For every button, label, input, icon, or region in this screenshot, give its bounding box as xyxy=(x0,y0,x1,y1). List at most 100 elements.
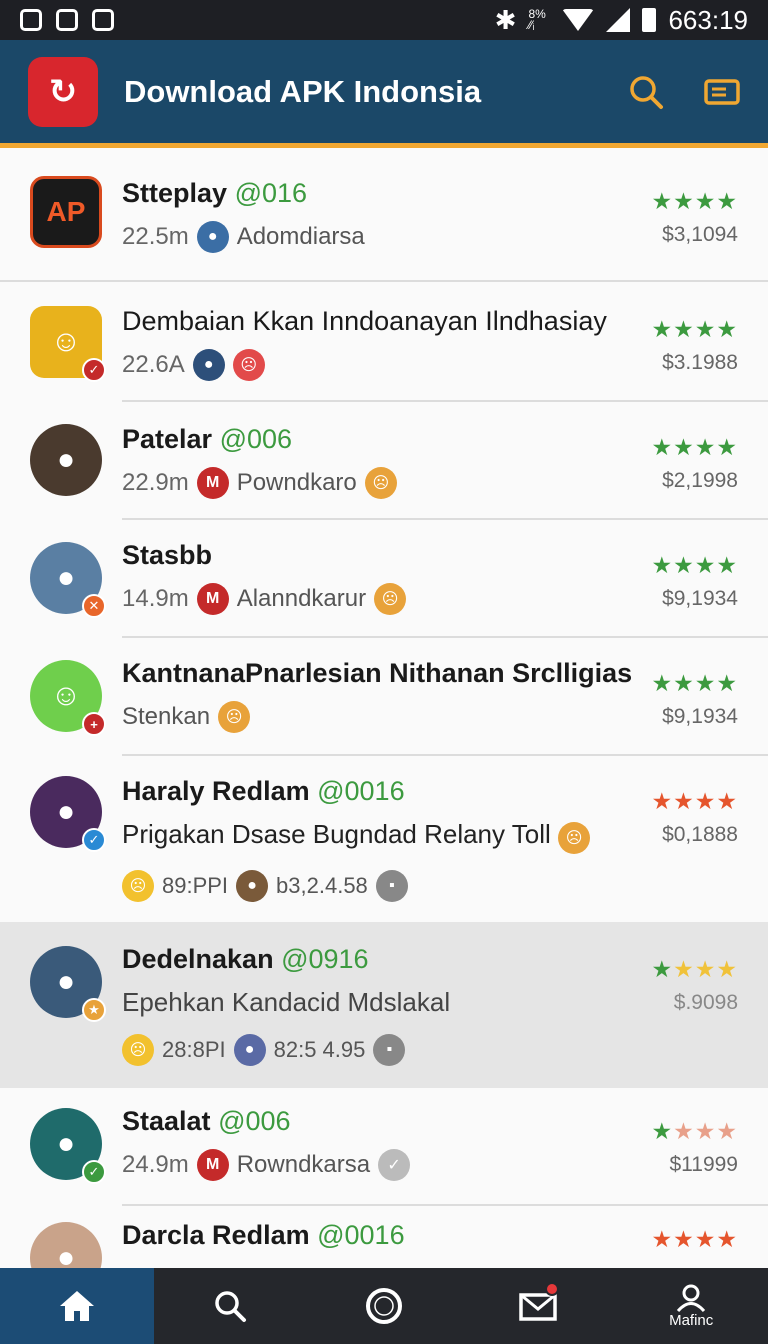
verified-icon: ✓ xyxy=(82,828,106,852)
battery-icon xyxy=(642,8,657,32)
app-title: Download APK Indonsia xyxy=(124,73,482,109)
app-size: 22.6A xyxy=(122,351,185,378)
clock: 663:19 xyxy=(668,4,748,35)
app-name: Stasbb xyxy=(122,540,213,570)
author-name: Stenkan xyxy=(122,703,211,730)
shop-icon xyxy=(92,9,114,31)
settings-badge-icon: ✕ xyxy=(82,594,106,618)
search-icon[interactable] xyxy=(628,74,664,110)
wifi-icon xyxy=(562,9,595,31)
app-bar: ↻ Download APK Indonsia xyxy=(0,40,768,148)
price: $.9098 xyxy=(673,991,738,1014)
app-icon: ☺ ✓ xyxy=(30,306,106,382)
nav-discover[interactable] xyxy=(307,1268,461,1344)
status-bar: ✱ 8% ⁄⁄ᵢ 663:19 xyxy=(0,0,768,40)
list-item[interactable]: ☺ ✓ Dembaian Kkan Inndoanayan Ilndhasiay … xyxy=(0,282,768,402)
m-logo-icon: M xyxy=(196,467,229,499)
nav-home[interactable] xyxy=(0,1268,154,1344)
author-avatar: ● xyxy=(233,1034,266,1066)
app-name: Patelar xyxy=(122,424,213,454)
tired-emoji-icon: ☹ xyxy=(218,701,251,733)
author-name: Alanndkarur xyxy=(236,585,367,612)
m-logo-icon: M xyxy=(196,1149,229,1181)
app-tag: @016 xyxy=(234,178,308,208)
app-tag: @0916 xyxy=(281,944,369,974)
wallet-icon[interactable] xyxy=(704,77,740,107)
price: $9,1934 xyxy=(662,587,738,610)
app-icon: ● ✕ xyxy=(30,542,106,618)
price: $11999 xyxy=(669,1153,738,1176)
star-rating: ★★★★ xyxy=(651,1118,738,1144)
author-name: Rowndkarsa xyxy=(236,1151,371,1178)
profile-icon xyxy=(677,1284,706,1312)
price: $2,1998 xyxy=(662,469,738,492)
meta-version: b3,2.4.58 xyxy=(276,873,368,898)
tired-emoji-icon: ☹ xyxy=(374,583,407,615)
price: $9,1934 xyxy=(662,705,738,728)
nav-messages[interactable] xyxy=(461,1268,615,1344)
star-rating: ★★★★ xyxy=(651,1226,738,1252)
app-logo: ↻ xyxy=(28,56,98,127)
list-item[interactable]: AP Stteplay @016 22.5m ● Adomdiarsa ★★★★… xyxy=(0,148,768,282)
gallery-icon xyxy=(56,9,78,31)
star-rating: ★★★★ xyxy=(651,956,738,982)
check-circle-icon: ✓ xyxy=(378,1149,411,1181)
nav-profile-label: Mafinc xyxy=(669,1311,714,1329)
list-item[interactable]: ● ✕ Stasbb 14.9m M Alanndkarur ☹ ★★★★ $9,… xyxy=(0,520,768,638)
app-tag: @0016 xyxy=(317,776,405,806)
app-name: Dembaian Kkan Inndoanayan Ilndhasiay xyxy=(122,306,607,336)
notification-badge xyxy=(544,1282,559,1296)
app-size: 22.9m xyxy=(122,469,189,496)
list-item[interactable]: ☺ + KantnanaPnarlesian Nithanan Srclligia… xyxy=(0,638,768,756)
plus-badge-icon: + xyxy=(82,712,106,736)
verified-icon: ✓ xyxy=(82,358,106,382)
author-avatar: ● xyxy=(236,870,269,902)
app-name: Haraly Redlam xyxy=(122,776,310,806)
list-item[interactable]: ● ✓ Haraly Redlam @0016 Prigakan Dsase Bu… xyxy=(0,756,768,922)
author-name: Powndkaro xyxy=(236,469,357,496)
app-size: 24.9m xyxy=(122,1151,189,1178)
app-tag: @006 xyxy=(218,1106,291,1136)
app-icon: ● ✓ xyxy=(30,1108,106,1184)
nav-search[interactable] xyxy=(154,1268,308,1344)
list-item[interactable]: ● ★ Dedelnakan @0916 Epehkan Kandacid Mds… xyxy=(0,922,768,1088)
app-size: 22.5m xyxy=(122,223,189,250)
verified-icon: ✓ xyxy=(82,1160,106,1184)
sick-emoji-icon: ☹ xyxy=(122,870,154,902)
package-icon: ▪ xyxy=(375,870,408,902)
circle-icon xyxy=(365,1288,402,1324)
app-icon: ● xyxy=(30,1222,102,1268)
app-size: 14.9m xyxy=(122,585,189,612)
star-rating: ★★★★ xyxy=(651,188,738,214)
app-description: Prigakan Dsase Bugndad Relany Toll xyxy=(122,819,551,849)
author-name: Adomdiarsa xyxy=(236,223,365,250)
app-icon: ☺ + xyxy=(30,660,106,736)
price: $3,1094 xyxy=(662,223,738,246)
list-item[interactable]: ● Patelar @006 22.9m M Powndkaro ☹ ★★★★ … xyxy=(0,402,768,520)
star-rating: ★★★★ xyxy=(651,434,738,460)
notification-icon xyxy=(20,9,42,31)
app-icon: AP xyxy=(30,176,102,248)
nav-profile[interactable]: Mafinc xyxy=(614,1268,768,1344)
app-icon: ● ★ xyxy=(30,946,106,1022)
app-name: Stteplay xyxy=(122,178,228,208)
sick-emoji-icon: ☹ xyxy=(122,1034,154,1066)
list-item[interactable]: ● Darcla Redlam @0016 ★★★★ xyxy=(0,1206,768,1268)
app-name: Dedelnakan xyxy=(122,944,274,974)
list-item[interactable]: ● ✓ Staalat @006 24.9m M Rowndkarsa ✓ ★★★… xyxy=(0,1088,768,1206)
home-icon xyxy=(59,1291,94,1321)
meta-time: 28:8PI xyxy=(162,1037,226,1062)
star-badge-icon: ★ xyxy=(82,998,106,1022)
star-rating: ★★★★ xyxy=(651,788,738,814)
m-logo-icon: M xyxy=(196,583,229,615)
network-speed: 8% ⁄⁄ᵢ xyxy=(528,7,546,32)
price: $0,1888 xyxy=(662,823,738,846)
meta-version: 82:5 4.95 xyxy=(273,1037,366,1062)
app-description: Epehkan Kandacid Mdslakal xyxy=(122,987,451,1017)
tired-emoji-icon: ☹ xyxy=(558,822,591,854)
app-list: AP Stteplay @016 22.5m ● Adomdiarsa ★★★★… xyxy=(0,148,768,1268)
star-rating: ★★★★ xyxy=(651,316,738,342)
bluetooth-icon: ✱ xyxy=(494,4,517,35)
tired-emoji-icon: ☹ xyxy=(364,467,397,499)
app-icon: ● ✓ xyxy=(30,776,106,852)
